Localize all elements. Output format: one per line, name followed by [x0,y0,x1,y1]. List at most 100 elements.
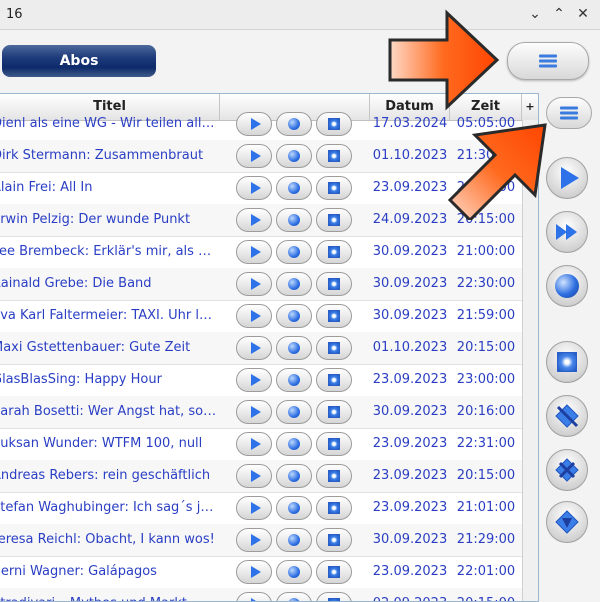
table-row[interactable]: Eva Karl Faltermeier: TAXI. Uhr läuft. 30… [0,300,522,333]
record-icon [288,246,300,258]
download-icon [328,502,340,514]
table-row[interactable]: Andreas Rebers: rein geschäftlich 23.09.2… [0,460,522,493]
table-row[interactable]: Stefan Waghubinger: Ich sag´s jetz... 23.… [0,492,522,525]
save-download-button[interactable] [546,501,588,543]
row-play-button[interactable] [236,592,272,601]
row-record-button[interactable] [276,464,312,488]
row-download-button[interactable] [316,464,352,488]
table-row[interactable]: Dienl als eine WG - Wir teilen alles - 17… [0,108,522,141]
row-download-button[interactable] [316,112,352,136]
table-row[interactable]: Suksan Wunder: WTFM 100, null 23.09.2023 2… [0,428,522,461]
table-row[interactable]: Berni Wagner: Galápagos 23.09.2023 22:01:0… [0,556,522,589]
row-download-button[interactable] [316,560,352,584]
fast-forward-icon [556,224,577,240]
row-record-button[interactable] [276,560,312,584]
row-play-button[interactable] [236,208,272,232]
maximize-button[interactable]: ⌃ [549,4,569,24]
play-icon [251,214,261,226]
row-title: Andreas Rebers: rein geschäftlich [0,468,211,483]
row-record-button[interactable] [276,240,312,264]
row-download-button[interactable] [316,336,352,360]
download-icon [328,342,340,354]
row-record-button[interactable] [276,112,312,136]
row-record-button[interactable] [276,208,312,232]
row-record-button[interactable] [276,400,312,424]
row-title: Alain Frei: All In [0,180,93,195]
delete-download-button[interactable] [546,395,588,437]
row-title: Erwin Pelzig: Der wunde Punkt [0,212,191,227]
row-play-button[interactable] [236,336,272,360]
download-icon [557,352,577,372]
table-row[interactable]: Teresa Reichl: Obacht, I kann wos! 30.09.… [0,524,522,557]
row-play-button[interactable] [236,560,272,584]
add-column-button[interactable]: + [522,94,538,120]
row-time: 23:00:00 [456,372,516,387]
table-row[interactable]: Lee Brembeck: Erklär's mir, als wä... 30.… [0,236,522,269]
row-play-button[interactable] [236,496,272,520]
row-record-button[interactable] [276,336,312,360]
row-play-button[interactable] [236,240,272,264]
row-play-button[interactable] [236,432,272,456]
row-record-button[interactable] [276,144,312,168]
minimize-button[interactable]: ⌄ [525,4,545,24]
row-download-button[interactable] [316,208,352,232]
row-play-button[interactable] [236,304,272,328]
row-record-button[interactable] [276,368,312,392]
table-row[interactable]: Alain Frei: All In 23.09.2023 21:00:00 [0,172,522,205]
title-bar: 16 ⌄ ⌃ ✕ [0,0,600,30]
row-download-button[interactable] [316,400,352,424]
table-row[interactable]: Sarah Bosetti: Wer Angst hat, soll ... 30… [0,396,522,429]
row-download-button[interactable] [316,176,352,200]
row-record-button[interactable] [276,272,312,296]
row-play-button[interactable] [236,176,272,200]
close-button[interactable]: ✕ [573,4,593,24]
hamburger-icon [539,53,557,70]
row-download-button[interactable] [316,368,352,392]
row-record-button[interactable] [276,432,312,456]
record-icon [288,534,300,546]
row-download-button[interactable] [316,240,352,264]
table-row[interactable]: Erwin Pelzig: Der wunde Punkt 24.09.2023 2… [0,204,522,237]
row-play-button[interactable] [236,528,272,552]
row-time: 22:31:00 [456,436,516,451]
play-button[interactable] [546,157,588,199]
record-button[interactable] [546,265,588,307]
row-play-button[interactable] [236,144,272,168]
download-icon [328,566,340,578]
table-row[interactable]: Maxi Gstettenbauer: Gute Zeit 01.10.2023 2… [0,332,522,365]
table-row[interactable]: Rainald Grebe: Die Band 30.09.2023 22:30:0… [0,268,522,301]
row-download-button[interactable] [316,272,352,296]
record-icon [288,598,300,601]
row-time: 21:00:00 [456,180,516,195]
row-time: 05:05:00 [456,116,516,131]
tab-abos[interactable]: Abos [2,45,156,77]
hamburger-icon [560,105,578,122]
row-download-button[interactable] [316,144,352,168]
sidebar-menu-button[interactable] [546,97,592,129]
table-row[interactable]: Dirk Stermann: Zusammenbraut 01.10.2023 21… [0,140,522,173]
row-play-button[interactable] [236,464,272,488]
row-play-button[interactable] [236,368,272,392]
row-record-button[interactable] [276,304,312,328]
download-button[interactable] [546,341,588,383]
row-play-button[interactable] [236,400,272,424]
table-row[interactable]: GlasBlasSing: Happy Hour 23.09.2023 23:00:… [0,364,522,397]
download-icon [328,310,340,322]
row-time: 21:01:00 [456,500,516,515]
row-record-button[interactable] [276,496,312,520]
row-download-button[interactable] [316,496,352,520]
row-download-button[interactable] [316,528,352,552]
row-download-button[interactable] [316,304,352,328]
row-download-button[interactable] [316,592,352,601]
remove-download-button[interactable] [546,449,588,491]
vertical-scrollbar[interactable] [522,120,538,601]
download-icon [328,534,340,546]
main-menu-button[interactable] [507,42,589,80]
row-record-button[interactable] [276,528,312,552]
row-download-button[interactable] [316,432,352,456]
row-play-button[interactable] [236,272,272,296]
play-next-button[interactable] [546,211,588,253]
row-record-button[interactable] [276,592,312,601]
row-record-button[interactable] [276,176,312,200]
row-play-button[interactable] [236,112,272,136]
